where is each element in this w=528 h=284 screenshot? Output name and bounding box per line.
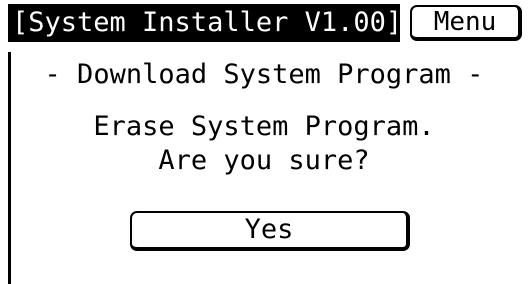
menu-button[interactable]: Menu: [410, 5, 522, 41]
yes-button[interactable]: Yes: [130, 211, 410, 251]
confirm-message-line1: Erase System Program.: [93, 111, 435, 142]
title-bar: [System Installer V1.00]: [8, 4, 402, 42]
page-subtitle: - Download System Program -: [44, 59, 484, 90]
installer-screen: [System Installer V1.00] Menu - Download…: [0, 0, 528, 284]
confirm-message-line2: Are you sure?: [158, 145, 370, 176]
